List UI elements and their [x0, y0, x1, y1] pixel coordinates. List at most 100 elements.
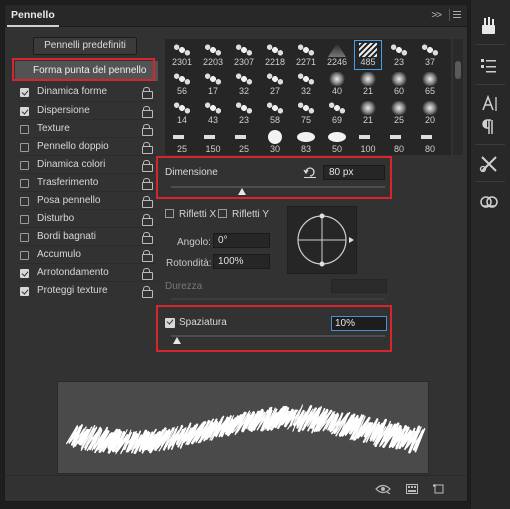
option-checkbox[interactable] [20, 251, 29, 260]
lock-icon[interactable] [142, 232, 153, 244]
brush-tip-cell[interactable]: 2301 [169, 41, 195, 69]
panel-menu-icon[interactable] [449, 9, 461, 21]
lock-icon[interactable] [142, 196, 153, 208]
brush-tip-cell[interactable]: 23 [231, 99, 257, 127]
brush-tip-cell[interactable]: 65 [417, 70, 443, 98]
collapse-icon[interactable]: >> [431, 10, 442, 21]
option-checkbox[interactable] [20, 107, 29, 116]
option-checkbox[interactable] [20, 88, 29, 97]
brush-tip-cell[interactable]: 100 [355, 128, 381, 156]
brush-tip-cell[interactable]: 25 [231, 128, 257, 156]
lock-icon[interactable] [142, 250, 153, 262]
brush-tip-cell[interactable]: 58 [262, 99, 288, 127]
option-checkbox[interactable] [20, 143, 29, 152]
brush-option-item[interactable]: Accumulo [18, 245, 157, 263]
brush-option-item[interactable]: Dispersione [18, 101, 157, 119]
brush-tip-cell[interactable]: 50 [324, 128, 350, 156]
lock-icon[interactable] [142, 142, 153, 154]
spacing-checkbox[interactable] [165, 318, 175, 328]
lock-icon[interactable] [142, 214, 153, 226]
brush-tip-cell[interactable]: 43 [200, 99, 226, 127]
brush-tip-cell[interactable]: 40 [324, 70, 350, 98]
flip-y-checkbox[interactable]: Rifletti Y [218, 209, 269, 220]
brush-presets-icon[interactable] [479, 56, 499, 76]
brush-panel-icon[interactable] [479, 16, 499, 36]
brush-tip-cell[interactable]: 2203 [200, 41, 226, 69]
brush-tip-shape-item[interactable]: Forma punta del pennello [15, 61, 158, 81]
character-icon[interactable] [479, 94, 499, 114]
creative-cloud-libraries-icon[interactable] [479, 191, 499, 211]
brush-tip-cell[interactable]: 17 [200, 70, 226, 98]
brush-tip-cell[interactable]: 2307 [231, 41, 257, 69]
brush-tip-cell[interactable]: 14 [169, 99, 195, 127]
option-checkbox[interactable] [20, 269, 29, 278]
flip-y-box[interactable] [218, 209, 227, 218]
lock-icon[interactable] [142, 268, 153, 280]
brush-tip-cell[interactable]: 83 [293, 128, 319, 156]
size-slider-handle[interactable] [237, 188, 246, 195]
option-checkbox[interactable] [20, 215, 29, 224]
brush-tip-cell[interactable]: 32 [293, 70, 319, 98]
brush-option-item[interactable]: Disturbo [18, 209, 157, 227]
brush-tip-cell[interactable]: 60 [386, 70, 412, 98]
option-checkbox[interactable] [20, 179, 29, 188]
brush-option-item[interactable]: Texture [18, 119, 157, 137]
lock-icon[interactable] [142, 87, 153, 99]
brush-option-item[interactable]: Dinamica forme [18, 83, 157, 101]
option-checkbox[interactable] [20, 161, 29, 170]
lock-icon[interactable] [142, 124, 153, 136]
lock-icon[interactable] [142, 286, 153, 298]
spacing-input[interactable]: 10% [331, 316, 387, 331]
brush-option-item[interactable]: Posa pennello [18, 191, 157, 209]
brush-tip-cell[interactable]: 23 [386, 41, 412, 69]
brush-tip-cell[interactable]: 20 [417, 99, 443, 127]
lock-icon[interactable] [142, 160, 153, 172]
flip-x-box[interactable] [165, 209, 174, 218]
brush-tip-cell[interactable]: 485 [354, 40, 382, 70]
spacing-slider-track[interactable] [171, 335, 385, 337]
flip-x-checkbox[interactable]: Rifletti X [165, 209, 216, 220]
paragraph-icon[interactable] [479, 117, 499, 137]
brush-tip-cell[interactable]: 2218 [262, 41, 288, 69]
brush-tip-cell[interactable]: 37 [417, 41, 443, 69]
reset-size-icon[interactable] [303, 166, 317, 178]
brush-tip-cell[interactable]: 21 [355, 70, 381, 98]
option-checkbox[interactable] [20, 287, 29, 296]
spacing-slider-handle[interactable] [173, 337, 182, 344]
tools-icon[interactable] [479, 154, 499, 174]
brush-tip-cell[interactable]: 25 [169, 128, 195, 156]
brush-tip-cell[interactable]: 56 [169, 70, 195, 98]
size-slider-track[interactable] [171, 186, 385, 188]
brush-option-item[interactable]: Pennello doppio [18, 137, 157, 155]
brush-tip-cell[interactable]: 25 [386, 99, 412, 127]
angle-input[interactable]: 0° [213, 233, 270, 248]
panel-tab-title[interactable]: Pennello [11, 9, 55, 21]
brush-tip-cell[interactable]: 2271 [293, 41, 319, 69]
toggle-preview-icon[interactable] [375, 484, 391, 494]
brush-option-item[interactable]: Dinamica colori [18, 155, 157, 173]
brush-tip-cell[interactable]: 80 [417, 128, 443, 156]
brush-option-item[interactable]: Proteggi texture [18, 281, 157, 299]
brush-tip-cell[interactable]: 2246 [324, 41, 350, 69]
brush-tip-cell[interactable]: 30 [262, 128, 288, 156]
new-brush-icon[interactable] [433, 484, 445, 494]
option-checkbox[interactable] [20, 197, 29, 206]
brush-option-item[interactable]: Bordi bagnati [18, 227, 157, 245]
brush-option-item[interactable]: Trasferimento [18, 173, 157, 191]
brush-tip-cell[interactable]: 69 [324, 99, 350, 127]
brush-option-item[interactable]: Arrotondamento [18, 263, 157, 281]
lock-icon[interactable] [142, 106, 153, 118]
brush-grid-scrollbar[interactable] [453, 39, 463, 155]
brush-presets-button[interactable]: Pennelli predefiniti [33, 37, 137, 55]
option-checkbox[interactable] [20, 125, 29, 134]
brush-tip-cell[interactable]: 32 [231, 70, 257, 98]
angle-roundness-widget[interactable] [287, 206, 357, 274]
brush-tip-cell[interactable]: 27 [262, 70, 288, 98]
lock-icon[interactable] [142, 178, 153, 190]
brush-tip-cell[interactable]: 150 [200, 128, 226, 156]
brush-tip-cell[interactable]: 80 [386, 128, 412, 156]
brush-tip-cell[interactable]: 21 [355, 99, 381, 127]
option-checkbox[interactable] [20, 233, 29, 242]
roundness-input[interactable]: 100% [213, 254, 270, 269]
brush-tip-cell[interactable]: 75 [293, 99, 319, 127]
